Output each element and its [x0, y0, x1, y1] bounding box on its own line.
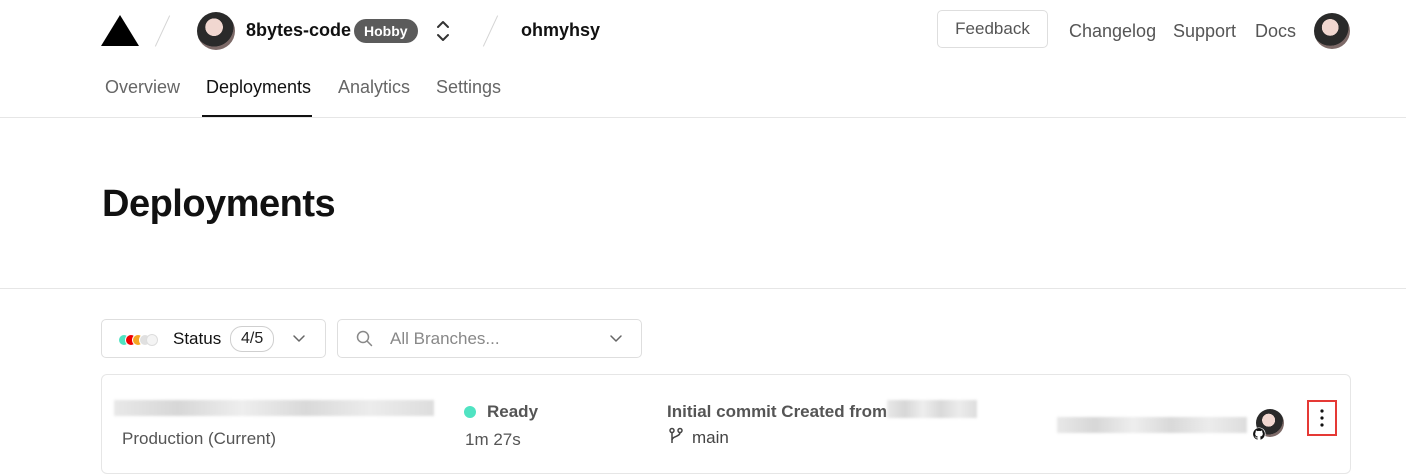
branch-name[interactable]: main [692, 428, 729, 448]
team-name[interactable]: 8bytes-code [246, 20, 351, 41]
support-link[interactable]: Support [1173, 21, 1236, 42]
status-count-badge: 4/5 [230, 326, 275, 352]
git-branch-icon [669, 427, 683, 443]
deployment-environment: Production (Current) [122, 429, 277, 448]
status-dot [146, 334, 158, 346]
project-name[interactable]: ohmyhsy [521, 20, 600, 41]
deployment-url-redacted [114, 400, 434, 416]
branch-search-input[interactable] [390, 328, 590, 350]
deployment-time-redacted [1057, 417, 1247, 433]
search-icon [356, 330, 373, 347]
deployment-row[interactable]: Production (Current) Ready 1m 27s Initia… [101, 374, 1351, 474]
docs-link[interactable]: Docs [1255, 21, 1296, 42]
changelog-link[interactable]: Changelog [1069, 21, 1156, 42]
commit-message-redacted [887, 400, 977, 418]
breadcrumb-separator [154, 15, 171, 47]
deployment-duration: 1m 27s [465, 430, 521, 449]
scope-switcher-icon[interactable] [433, 18, 453, 44]
team-avatar[interactable] [197, 12, 235, 50]
feedback-button[interactable]: Feedback [937, 10, 1048, 48]
github-icon [1252, 427, 1266, 441]
plan-badge: Hobby [354, 19, 418, 43]
status-filter-button[interactable]: Status 4/5 [101, 319, 326, 358]
tab-analytics[interactable]: Analytics [338, 77, 410, 98]
vercel-logo-icon[interactable] [101, 15, 139, 46]
tab-overview[interactable]: Overview [105, 77, 180, 98]
page-title: Deployments [102, 183, 336, 225]
title-divider [0, 288, 1406, 289]
more-actions-button[interactable] [1307, 400, 1337, 436]
tab-settings[interactable]: Settings [436, 77, 501, 98]
chevron-down-icon [610, 335, 622, 342]
tab-deployments[interactable]: Deployments [206, 77, 311, 98]
breadcrumb-separator [482, 15, 499, 47]
more-vertical-icon [1320, 409, 1324, 427]
status-label: Status [173, 329, 222, 348]
branch-filter[interactable] [337, 319, 642, 358]
status-dots-icon [118, 334, 162, 346]
deployment-status: Ready [487, 402, 539, 421]
user-avatar[interactable] [1314, 13, 1350, 49]
status-indicator-dot [464, 406, 476, 418]
chevron-down-icon [293, 335, 305, 342]
header-divider [0, 117, 1406, 118]
commit-message[interactable]: Initial commit Created from [667, 402, 887, 422]
